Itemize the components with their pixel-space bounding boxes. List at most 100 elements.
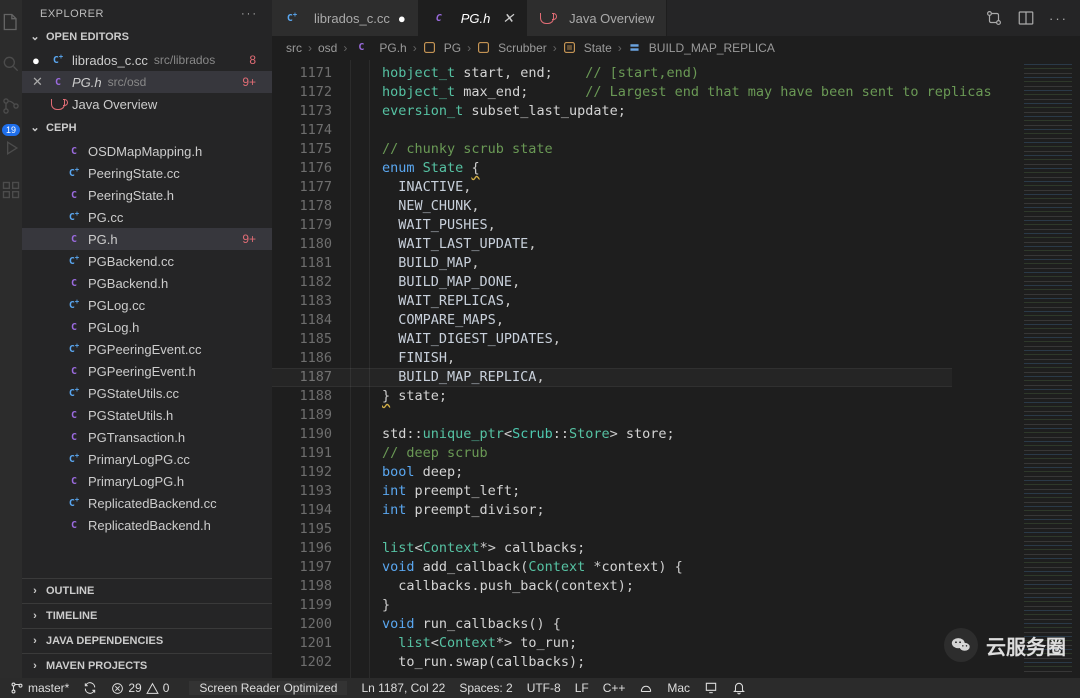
status-remote-icon[interactable]: [704, 681, 718, 695]
file-item[interactable]: C+PG.cc: [22, 206, 272, 228]
code-line[interactable]: NEW_CHUNK,: [382, 197, 1016, 216]
code-line[interactable]: WAIT_DIGEST_UPDATES,: [382, 330, 1016, 349]
status-branch[interactable]: master*: [10, 681, 69, 695]
status-os[interactable]: Mac: [667, 681, 690, 695]
file-item[interactable]: CPrimaryLogPG.h: [22, 470, 272, 492]
code-line[interactable]: callbacks.push_back(context);: [382, 577, 1016, 596]
file-item[interactable]: CPGTransaction.h: [22, 426, 272, 448]
code-line[interactable]: [382, 121, 1016, 140]
more-icon[interactable]: ···: [241, 8, 258, 20]
editor-tab[interactable]: Java Overview: [527, 0, 667, 36]
status-screen-reader[interactable]: Screen Reader Optimized: [189, 681, 347, 695]
collapsed-section[interactable]: ›TIMELINE: [22, 603, 272, 628]
open-editor-item[interactable]: ●C+librados_c.ccsrc/librados8: [22, 49, 272, 71]
file-item[interactable]: C+PrimaryLogPG.cc: [22, 448, 272, 470]
search-icon[interactable]: [1, 54, 21, 74]
split-editor-icon[interactable]: [1017, 9, 1035, 27]
code-line[interactable]: int preempt_left;: [382, 482, 1016, 501]
extensions-icon[interactable]: [1, 180, 21, 200]
file-item[interactable]: C+PGStateUtils.cc: [22, 382, 272, 404]
code-line[interactable]: to_run.swap(callbacks);: [382, 653, 1016, 672]
file-tree[interactable]: COSDMapMapping.hC+PeeringState.ccCPeerin…: [22, 140, 272, 578]
code-line[interactable]: list<Context*> to_run;: [382, 634, 1016, 653]
scm-badge: 19: [2, 124, 20, 136]
status-problems[interactable]: 29 0: [111, 681, 169, 695]
code-line[interactable]: bool deep;: [382, 463, 1016, 482]
breadcrumb-item[interactable]: Scrubber: [477, 41, 547, 55]
status-bell-icon[interactable]: [732, 681, 746, 695]
code-line[interactable]: enum State {: [382, 159, 1016, 178]
collapsed-section[interactable]: ›MAVEN PROJECTS: [22, 653, 272, 678]
more-actions-icon[interactable]: ···: [1049, 11, 1068, 26]
breadcrumb-item[interactable]: osd: [318, 41, 337, 55]
collapsed-section[interactable]: ›OUTLINE: [22, 578, 272, 603]
code-line[interactable]: } state;: [382, 387, 1016, 406]
status-spaces[interactable]: Spaces: 2: [459, 681, 512, 695]
code-line[interactable]: hobject_t start, end; // [start,end): [382, 64, 1016, 83]
code-line[interactable]: COMPARE_MAPS,: [382, 311, 1016, 330]
file-item[interactable]: CPGLog.h: [22, 316, 272, 338]
status-encoding[interactable]: UTF-8: [527, 681, 561, 695]
open-editor-item[interactable]: ✕Java Overview: [22, 93, 272, 115]
code-line[interactable]: [382, 406, 1016, 425]
file-item[interactable]: C+PGPeeringEvent.cc: [22, 338, 272, 360]
open-editors-header[interactable]: ⌄ OPEN EDITORS: [22, 24, 272, 49]
code-area[interactable]: hobject_t start, end; // [start,end)hobj…: [370, 60, 1016, 678]
debug-icon[interactable]: [1, 138, 21, 158]
code-line[interactable]: [382, 520, 1016, 539]
breadcrumb-item[interactable]: CPG.h: [353, 40, 406, 56]
breadcrumbs[interactable]: src›osd›CPG.h›PG›Scrubber›State›BUILD_MA…: [272, 36, 1080, 60]
file-item[interactable]: CPGPeeringEvent.h: [22, 360, 272, 382]
open-editor-item[interactable]: ✕CPG.hsrc/osd9+: [22, 71, 272, 93]
breadcrumb-item[interactable]: State: [563, 41, 612, 55]
code-line[interactable]: FINISH,: [382, 349, 1016, 368]
file-item[interactable]: CPeeringState.h: [22, 184, 272, 206]
file-item[interactable]: C+ReplicatedBackend.cc: [22, 492, 272, 514]
code-line[interactable]: eversion_t subset_last_update;: [382, 102, 1016, 121]
code-line[interactable]: void add_callback(Context *context) {: [382, 558, 1016, 577]
status-language[interactable]: C++: [603, 681, 626, 695]
code-line[interactable]: }: [382, 596, 1016, 615]
code-editor[interactable]: 1171117211731174117511761177117811791180…: [272, 60, 1080, 678]
code-line[interactable]: BUILD_MAP_REPLICA,: [382, 368, 1016, 387]
code-line[interactable]: list<Context*> callbacks;: [382, 539, 1016, 558]
code-line[interactable]: // chunky scrub state: [382, 140, 1016, 159]
code-line[interactable]: WAIT_PUSHES,: [382, 216, 1016, 235]
scm-icon[interactable]: [1, 96, 21, 116]
file-item[interactable]: C+PGLog.cc: [22, 294, 272, 316]
status-position[interactable]: Ln 1187, Col 22: [361, 681, 445, 695]
breadcrumb-item[interactable]: PG: [423, 41, 461, 55]
code-line[interactable]: std::unique_ptr<Scrub::Store> store;: [382, 425, 1016, 444]
status-eol[interactable]: LF: [575, 681, 589, 695]
close-icon[interactable]: ✕: [502, 10, 514, 27]
code-line[interactable]: INACTIVE,: [382, 178, 1016, 197]
minimap[interactable]: [1016, 60, 1080, 678]
chevron-down-icon: ⌄: [28, 121, 42, 134]
file-item[interactable]: CPGBackend.h: [22, 272, 272, 294]
collapsed-section[interactable]: ›JAVA DEPENDENCIES: [22, 628, 272, 653]
status-feedback-icon[interactable]: [639, 681, 653, 695]
compare-changes-icon[interactable]: [985, 9, 1003, 27]
files-icon[interactable]: [1, 12, 21, 32]
chevron-right-icon: ›: [28, 610, 42, 622]
file-item[interactable]: CPGStateUtils.h: [22, 404, 272, 426]
file-item[interactable]: CReplicatedBackend.h: [22, 514, 272, 536]
breadcrumb-item[interactable]: src: [286, 41, 302, 55]
code-line[interactable]: BUILD_MAP,: [382, 254, 1016, 273]
file-item[interactable]: C+PeeringState.cc: [22, 162, 272, 184]
file-item[interactable]: CPG.h9+: [22, 228, 272, 250]
code-line[interactable]: // deep scrub: [382, 444, 1016, 463]
file-item[interactable]: C+PGBackend.cc: [22, 250, 272, 272]
code-line[interactable]: void run_callbacks() {: [382, 615, 1016, 634]
editor-tab[interactable]: C+librados_c.cc●: [272, 0, 419, 36]
workspace-header[interactable]: ⌄ CEPH: [22, 115, 272, 140]
status-sync[interactable]: [83, 681, 97, 695]
code-line[interactable]: hobject_t max_end; // Largest end that m…: [382, 83, 1016, 102]
code-line[interactable]: int preempt_divisor;: [382, 501, 1016, 520]
code-line[interactable]: WAIT_REPLICAS,: [382, 292, 1016, 311]
breadcrumb-item[interactable]: BUILD_MAP_REPLICA: [628, 41, 775, 55]
code-line[interactable]: WAIT_LAST_UPDATE,: [382, 235, 1016, 254]
code-line[interactable]: BUILD_MAP_DONE,: [382, 273, 1016, 292]
editor-tab[interactable]: CPG.h✕: [419, 0, 527, 36]
file-item[interactable]: COSDMapMapping.h: [22, 140, 272, 162]
